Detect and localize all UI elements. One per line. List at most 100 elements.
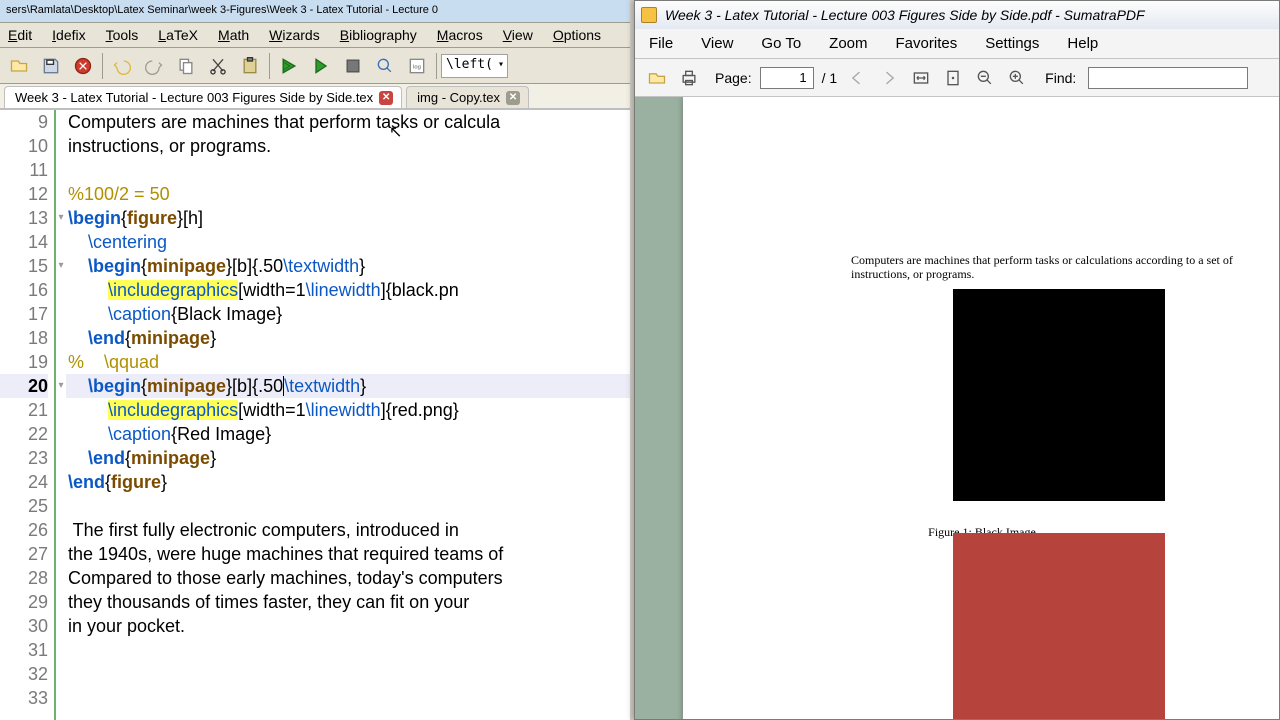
vmenu-view[interactable]: View — [701, 35, 733, 52]
copy-icon[interactable] — [171, 51, 201, 81]
code-line[interactable] — [66, 638, 630, 662]
line-number: 20 — [0, 374, 48, 398]
menu-latex[interactable]: LaTeX — [158, 27, 198, 43]
code-line[interactable]: \centering — [66, 230, 630, 254]
code-line[interactable]: in your pocket. — [66, 614, 630, 638]
editor-menubar: Edit Idefix Tools LaTeX Math Wizards Bib… — [0, 22, 630, 48]
line-number: 33 — [0, 686, 48, 710]
symbol-combo[interactable]: \left( — [441, 54, 508, 78]
tab-label: Week 3 - Latex Tutorial - Lecture 003 Fi… — [15, 90, 373, 105]
prev-page-icon[interactable] — [845, 66, 869, 90]
stop-icon[interactable] — [338, 51, 368, 81]
code-line[interactable]: Compared to those early machines, today'… — [66, 566, 630, 590]
tab-active[interactable]: Week 3 - Latex Tutorial - Lecture 003 Fi… — [4, 86, 402, 108]
page-total: / 1 — [822, 70, 838, 86]
view-log-icon[interactable]: log — [402, 51, 432, 81]
code-line[interactable]: \includegraphics[width=1\linewidth]{red.… — [66, 398, 630, 422]
fold-marker[interactable]: ▾ — [56, 254, 66, 278]
code-line[interactable]: % \qquad — [66, 350, 630, 374]
code-line[interactable]: \end{minipage} — [66, 326, 630, 350]
menu-tools[interactable]: Tools — [106, 27, 139, 43]
fold-marker[interactable]: ▾ — [56, 206, 66, 230]
page-number-input[interactable] — [760, 67, 814, 89]
next-page-icon[interactable] — [877, 66, 901, 90]
menu-bibliography[interactable]: Bibliography — [340, 27, 417, 43]
pdf-canvas[interactable]: Computers are machines that perform task… — [635, 97, 1279, 719]
pdf-black-image — [953, 289, 1165, 501]
compile-icon[interactable] — [306, 51, 336, 81]
find-input[interactable] — [1088, 67, 1248, 89]
line-number: 11 — [0, 158, 48, 182]
fold-marker — [56, 446, 66, 470]
tab-close-icon[interactable]: ✕ — [506, 91, 520, 105]
vmenu-favorites[interactable]: Favorites — [896, 35, 958, 52]
code-line[interactable]: \caption{Red Image} — [66, 422, 630, 446]
fold-marker — [56, 302, 66, 326]
code-line[interactable] — [66, 686, 630, 710]
close-icon[interactable] — [68, 51, 98, 81]
code-line[interactable] — [66, 158, 630, 182]
menu-math[interactable]: Math — [218, 27, 249, 43]
menu-view[interactable]: View — [503, 27, 533, 43]
code-editor[interactable]: 9101112131415161718192021222324252627282… — [0, 110, 630, 720]
code-line[interactable] — [66, 662, 630, 686]
save-icon[interactable] — [36, 51, 66, 81]
menu-idefix[interactable]: Idefix — [52, 27, 85, 43]
undo-icon[interactable] — [107, 51, 137, 81]
line-number: 15 — [0, 254, 48, 278]
redo-icon[interactable] — [139, 51, 169, 81]
line-number: 22 — [0, 422, 48, 446]
code-line[interactable]: \includegraphics[width=1\linewidth]{blac… — [66, 278, 630, 302]
paste-icon[interactable] — [235, 51, 265, 81]
build-run-icon[interactable] — [274, 51, 304, 81]
code-line[interactable]: the 1940s, were huge machines that requi… — [66, 542, 630, 566]
code-line[interactable]: \caption{Black Image} — [66, 302, 630, 326]
menu-wizards[interactable]: Wizards — [269, 27, 320, 43]
open-icon[interactable] — [4, 51, 34, 81]
open-file-icon[interactable] — [645, 66, 669, 90]
fit-page-icon[interactable] — [941, 66, 965, 90]
code-line[interactable]: The first fully electronic computers, in… — [66, 518, 630, 542]
code-line[interactable]: they thousands of times faster, they can… — [66, 590, 630, 614]
zoom-in-icon[interactable] — [1005, 66, 1029, 90]
code-line[interactable]: \begin{figure}[h] — [66, 206, 630, 230]
editor-tabbar: Week 3 - Latex Tutorial - Lecture 003 Fi… — [0, 84, 630, 110]
vmenu-settings[interactable]: Settings — [985, 35, 1039, 52]
vmenu-help[interactable]: Help — [1067, 35, 1098, 52]
line-number: 26 — [0, 518, 48, 542]
code-line[interactable]: \end{figure} — [66, 470, 630, 494]
fit-width-icon[interactable] — [909, 66, 933, 90]
pdf-page: Computers are machines that perform task… — [683, 97, 1279, 719]
fold-marker — [56, 494, 66, 518]
cut-icon[interactable] — [203, 51, 233, 81]
menu-options[interactable]: Options — [553, 27, 601, 43]
code-line[interactable]: \begin{minipage}[b]{​.50\textwidth} — [66, 374, 630, 398]
code-line[interactable]: \begin{minipage}[b]{.50\textwidth} — [66, 254, 630, 278]
page-label: Page: — [715, 70, 752, 86]
menu-macros[interactable]: Macros — [437, 27, 483, 43]
viewer-menubar: File View Go To Zoom Favorites Settings … — [635, 29, 1279, 59]
print-icon[interactable] — [677, 66, 701, 90]
toolbar-separator — [102, 53, 103, 79]
toolbar-separator — [269, 53, 270, 79]
vmenu-goto[interactable]: Go To — [761, 35, 801, 52]
code-line[interactable]: Computers are machines that perform task… — [66, 110, 630, 134]
vmenu-zoom[interactable]: Zoom — [829, 35, 867, 52]
line-number: 18 — [0, 326, 48, 350]
line-number: 28 — [0, 566, 48, 590]
line-number: 31 — [0, 638, 48, 662]
editor-toolbar: log \left( ↖ — [0, 48, 630, 84]
code-line[interactable] — [66, 494, 630, 518]
vmenu-file[interactable]: File — [649, 35, 673, 52]
zoom-out-icon[interactable] — [973, 66, 997, 90]
menu-edit[interactable]: Edit — [8, 27, 32, 43]
code-content[interactable]: Computers are machines that perform task… — [66, 110, 630, 720]
tab-inactive[interactable]: img - Copy.tex ✕ — [406, 86, 529, 108]
fold-marker[interactable]: ▾ — [56, 374, 66, 398]
code-line[interactable]: \end{minipage} — [66, 446, 630, 470]
fold-marker — [56, 134, 66, 158]
code-line[interactable]: instructions, or programs. — [66, 134, 630, 158]
tab-close-icon[interactable]: ✕ — [379, 91, 393, 105]
view-pdf-icon[interactable] — [370, 51, 400, 81]
code-line[interactable]: %100/2 = 50 — [66, 182, 630, 206]
